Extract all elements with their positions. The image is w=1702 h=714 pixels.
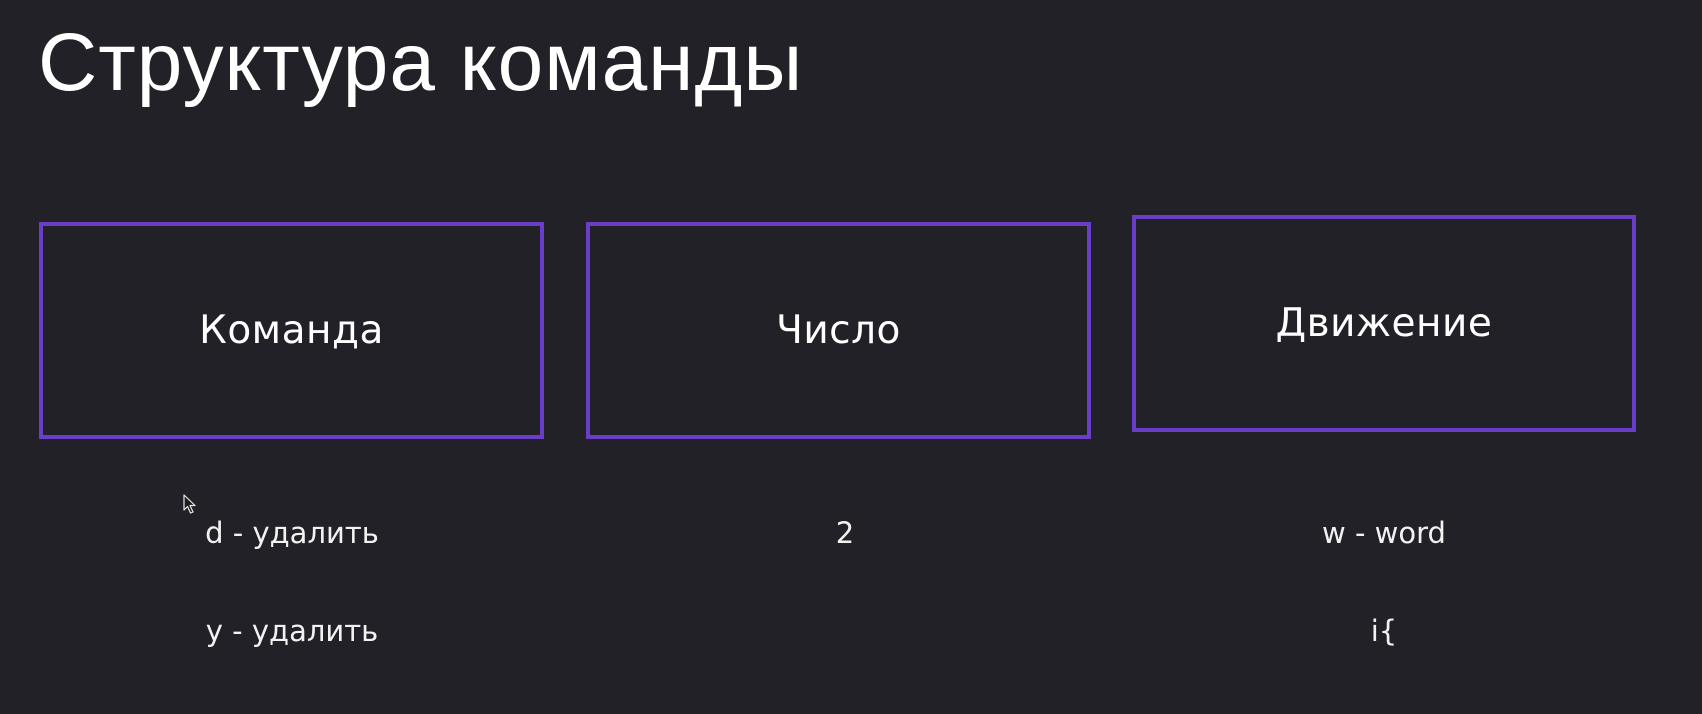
mouse-pointer-icon [183, 494, 196, 514]
command-example-1: d - удалить [205, 516, 379, 550]
command-example-2: y - удалить [205, 614, 379, 648]
motion-example-2: i{ [1370, 614, 1398, 648]
motion-box-label: Движение [1275, 301, 1493, 346]
number-example-1: 2 [835, 516, 855, 550]
slide-title: Структура команды [38, 17, 804, 108]
number-box: Число [586, 222, 1091, 439]
number-box-label: Число [776, 308, 901, 353]
command-box: Команда [39, 222, 544, 439]
command-box-label: Команда [199, 308, 384, 353]
motion-example-1: w - word [1322, 516, 1446, 550]
motion-box: Движение [1132, 215, 1636, 432]
